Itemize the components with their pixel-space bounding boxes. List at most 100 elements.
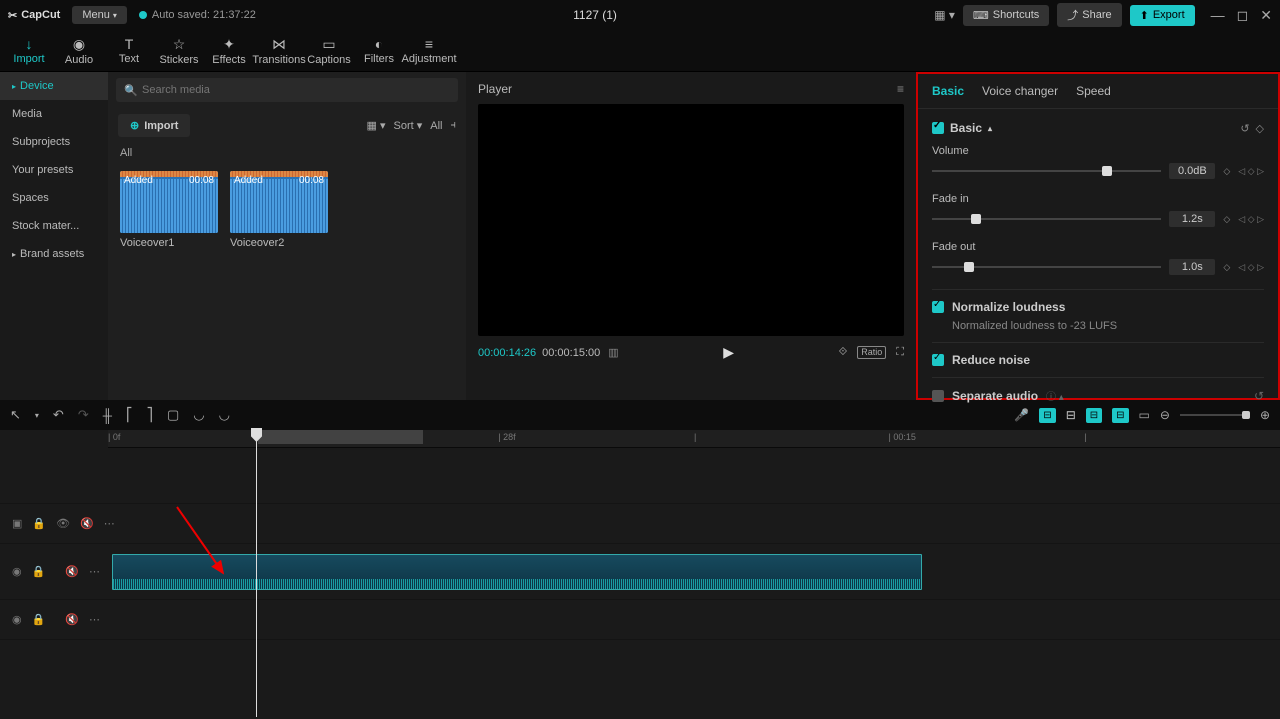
- reduce-label: Reduce noise: [952, 353, 1030, 367]
- tab-adjustment[interactable]: ≡Adjustment: [404, 30, 454, 72]
- volume-stepper[interactable]: ◇: [1223, 166, 1230, 177]
- tab-effects[interactable]: ✦Effects: [204, 30, 254, 72]
- volume-keyframe[interactable]: ◁ ◇ ▷: [1238, 166, 1264, 177]
- track-more-icon[interactable]: ⋯: [89, 565, 100, 578]
- fadeout-stepper[interactable]: ◇: [1223, 262, 1230, 273]
- volume-slider[interactable]: [932, 170, 1161, 172]
- fullscreen-icon[interactable]: ⛶: [896, 346, 904, 359]
- split-icon[interactable]: ╫: [103, 408, 112, 423]
- reduce-checkbox[interactable]: [932, 354, 944, 366]
- zoom-out-icon[interactable]: ⊖: [1160, 408, 1170, 422]
- select-chev[interactable]: ▾: [35, 411, 39, 420]
- undo-icon[interactable]: ↶: [53, 407, 64, 423]
- trim-right-icon[interactable]: ⎤: [146, 407, 153, 423]
- mic-icon[interactable]: 🎤: [1014, 408, 1029, 422]
- keyframe-nav[interactable]: ◇: [1256, 122, 1264, 135]
- tab-audio[interactable]: ◉Audio: [54, 30, 104, 72]
- sort-button[interactable]: Sort ▾: [394, 119, 423, 132]
- track-more-icon[interactable]: ⋯: [89, 613, 100, 626]
- fadein-value[interactable]: 1.2s: [1169, 211, 1215, 227]
- props-tab-basic[interactable]: Basic: [932, 84, 964, 98]
- track-collapse-icon[interactable]: ◉: [12, 613, 22, 626]
- track-collapse-icon[interactable]: ▣: [12, 517, 22, 530]
- close-icon[interactable]: ✕: [1260, 7, 1272, 24]
- track-mute-icon[interactable]: 🔇: [65, 565, 79, 578]
- sidebar-item-brand-assets[interactable]: ▸Brand assets: [0, 240, 108, 268]
- track-mute-icon[interactable]: 🔇: [65, 613, 79, 626]
- media-item[interactable]: Added00:08Voiceover1: [120, 171, 218, 249]
- delete-icon[interactable]: ▢: [167, 407, 179, 423]
- snap-icon[interactable]: ⊟: [1039, 408, 1055, 423]
- magnet-icon[interactable]: ⊟: [1086, 408, 1102, 423]
- preview-icon[interactable]: ▭: [1139, 408, 1150, 422]
- playhead[interactable]: [256, 430, 257, 717]
- separate-label: Separate audio: [952, 389, 1038, 403]
- fadein-slider[interactable]: [932, 218, 1161, 220]
- sidebar-item-media[interactable]: Media: [0, 100, 108, 128]
- tab-captions[interactable]: ▭Captions: [304, 30, 354, 72]
- props-tab-speed[interactable]: Speed: [1076, 84, 1111, 98]
- fadein-stepper[interactable]: ◇: [1223, 214, 1230, 225]
- separate-checkbox[interactable]: [932, 390, 944, 402]
- maximize-icon[interactable]: ◻: [1237, 7, 1249, 24]
- separate-reset-icon[interactable]: ↺: [1254, 389, 1264, 403]
- select-tool[interactable]: ↖: [10, 407, 21, 423]
- sidebar-item-your-presets[interactable]: Your presets: [0, 156, 108, 184]
- redo-icon[interactable]: ↷: [78, 407, 89, 423]
- snapshot-icon[interactable]: ⟐: [839, 346, 848, 359]
- search-input[interactable]: [116, 78, 458, 102]
- track-collapse-icon[interactable]: ◉: [12, 565, 22, 578]
- filter-icon[interactable]: ⫞: [451, 119, 457, 132]
- compare-icon[interactable]: ▥: [608, 346, 618, 359]
- import-button[interactable]: ⊕Import: [118, 114, 190, 137]
- tab-text[interactable]: TText: [104, 30, 154, 72]
- layout-icon[interactable]: ▦ ▾: [934, 8, 955, 22]
- tab-transitions[interactable]: ⋈Transitions: [254, 30, 304, 72]
- basic-checkbox[interactable]: [932, 122, 944, 134]
- tab-stickers[interactable]: ☆Stickers: [154, 30, 204, 72]
- fadeout-keyframe[interactable]: ◁ ◇ ▷: [1238, 262, 1264, 273]
- export-button[interactable]: ⬆ Export: [1130, 5, 1195, 26]
- ratio-button[interactable]: Ratio: [857, 346, 886, 360]
- media-item[interactable]: Added00:08Voiceover2: [230, 171, 328, 249]
- mark-out-icon[interactable]: ◡: [219, 407, 230, 423]
- track-lock-icon[interactable]: 🔒: [32, 613, 46, 626]
- fadein-keyframe[interactable]: ◁ ◇ ▷: [1238, 214, 1264, 225]
- volume-value[interactable]: 0.0dB: [1169, 163, 1215, 179]
- volume-label: Volume: [932, 145, 1264, 157]
- share-button[interactable]: ⤴ Share: [1057, 3, 1121, 27]
- track-eye-icon[interactable]: 👁: [56, 517, 70, 530]
- tab-import[interactable]: ↓Import: [4, 30, 54, 72]
- track-lock-icon[interactable]: 🔒: [32, 517, 46, 530]
- normalize-checkbox[interactable]: [932, 301, 944, 313]
- shortcuts-button[interactable]: ⌨ Shortcuts: [963, 5, 1049, 26]
- play-button[interactable]: ▶: [723, 344, 734, 361]
- track-mute-icon[interactable]: 🔇: [80, 517, 94, 530]
- sidebar-item-spaces[interactable]: Spaces: [0, 184, 108, 212]
- zoom-slider[interactable]: [1180, 414, 1250, 416]
- tab-filters[interactable]: ◐Filters: [354, 30, 404, 72]
- timeline-ruler[interactable]: | 0f| 28f|| 00:15|| 2f: [108, 430, 1280, 448]
- grid-view-icon[interactable]: ▦ ▾: [367, 119, 386, 132]
- menu-button[interactable]: Menu ▾: [72, 6, 127, 24]
- sidebar-item-subprojects[interactable]: Subprojects: [0, 128, 108, 156]
- fadeout-value[interactable]: 1.0s: [1169, 259, 1215, 275]
- track-lock-icon[interactable]: 🔒: [32, 565, 46, 578]
- sidebar-item-stock-mater-[interactable]: Stock mater...: [0, 212, 108, 240]
- track-icon[interactable]: ⊟: [1112, 408, 1128, 423]
- trim-left-icon[interactable]: ⎡: [126, 407, 133, 423]
- props-tab-voice-changer[interactable]: Voice changer: [982, 84, 1058, 98]
- filter-all-button[interactable]: All: [430, 120, 442, 132]
- fadeout-label: Fade out: [932, 241, 1264, 253]
- player-menu-icon[interactable]: ≡: [897, 82, 904, 96]
- link-icon[interactable]: ⊟: [1066, 408, 1076, 422]
- mark-in-icon[interactable]: ◡: [193, 407, 204, 423]
- zoom-in-icon[interactable]: ⊕: [1260, 408, 1270, 422]
- sidebar-item-device[interactable]: ▸Device: [0, 72, 108, 100]
- fadeout-slider[interactable]: [932, 266, 1161, 268]
- player-viewport[interactable]: [478, 104, 904, 336]
- app-logo: ✂ CapCut: [8, 9, 60, 22]
- minimize-icon[interactable]: —: [1211, 7, 1225, 24]
- reset-icon[interactable]: ↺: [1240, 122, 1249, 135]
- autosave-status: Auto saved: 21:37:22: [139, 9, 256, 21]
